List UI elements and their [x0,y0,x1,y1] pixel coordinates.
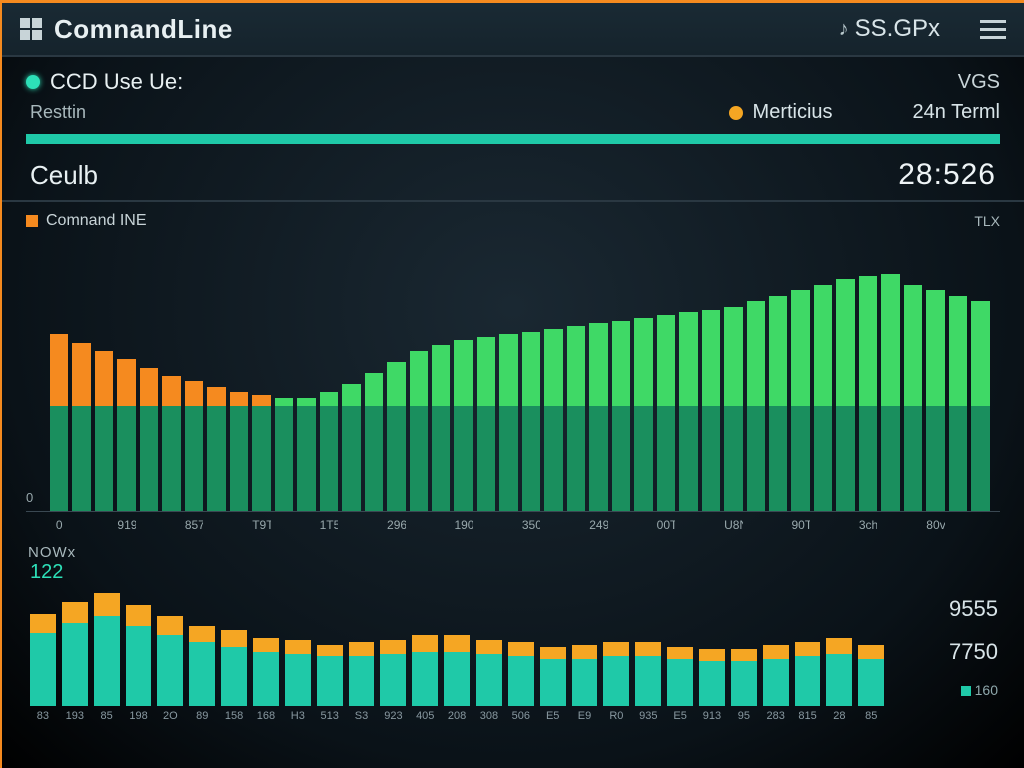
chart2-bar [62,602,88,706]
chart2-bar [349,642,375,706]
chart2-bar [285,640,311,706]
chart1-bar [499,334,517,511]
term-label: 24n Terml [913,101,1000,124]
chart2-bars: 9555 7750 160 [2,588,1024,706]
chart1-bar [95,351,113,511]
chart1-legend-label: Comnand INE [46,212,147,230]
chart1-bar [544,329,562,511]
chart1-bar [477,337,495,511]
chart2-bar [795,642,821,706]
chart2-bar [253,638,279,706]
ccd-label: CCD Use Ue: [50,69,183,95]
chart2-bar [94,593,120,706]
header-right-label: SS.GPx [855,15,940,43]
chart2-xaxis: 83193851982O89158168H3513S39234052083085… [2,706,1024,722]
chart1-bar [702,310,720,511]
chart1-xaxis: 0919857T9T1T5829619035024900TU8N90TT3ch8… [26,512,1000,536]
chart1-bar [769,296,787,511]
chart1-bar [724,307,742,511]
chart1-bar [612,321,630,511]
chart1-bar [589,323,607,511]
chart2-bar [667,647,693,706]
chart2-bar [126,605,152,706]
chart1-bar [791,290,809,511]
chart1-bar [522,332,540,511]
chart1-bar [365,373,383,511]
vgs-label: VGS [958,71,1000,94]
value-label: Ceulb [30,160,98,191]
chart2-bar [380,640,406,706]
chart2-bar [30,614,56,706]
chart2-bar [189,626,215,706]
chart1-bars: 0 [26,236,1000,512]
chart1-bar [679,312,697,511]
chart1-bar [904,285,922,511]
chart1-bar [971,301,989,511]
chart2-scale-a: 9555 [949,596,998,622]
chart2-scale-b: 7750 [949,639,998,665]
chart1-bar [275,398,293,511]
restin-label: Resttin [30,102,86,123]
menu-icon[interactable] [980,20,1006,39]
status-dot-metricius [729,106,743,120]
chart1-bar [814,285,832,511]
legend-swatch-teal [961,686,971,696]
chart2-bar [572,645,598,706]
chart1-bar [634,318,652,511]
chart1-bar [926,290,944,511]
chart1-bar [185,381,203,511]
chart1-bar [252,395,270,511]
app-grid-icon [20,18,42,40]
chart1-bar [230,392,248,511]
chart1-bar [567,326,585,511]
chart1-bar [881,274,899,511]
chart1-bar [320,392,338,511]
legend-swatch-orange [26,215,38,227]
value-number: 28:526 [898,158,996,192]
chart1-bar [410,351,428,511]
chart2-bar [157,616,183,706]
chart1-bar [72,343,90,511]
chart1-bar [836,279,854,511]
chart1-bar [117,359,135,511]
chart1-bar [454,340,472,511]
chart2-bar [476,640,502,706]
chart2-bar [763,645,789,706]
chart2-bar [858,645,884,706]
chart2-bar [731,649,757,706]
chart2-bar [317,645,343,706]
chart1-bar [747,301,765,511]
chart2-bar [699,649,725,706]
chart2-now-label: NOWx [28,544,76,561]
chart1-bar [432,345,450,511]
chart1-bar [162,376,180,511]
status-dot-ccd [26,75,40,89]
chart2-bar [412,635,438,706]
chart2-bar [635,642,661,706]
chart2-scale-c: 160 [975,682,998,698]
chart1-bar [207,387,225,511]
chart1-bar [949,296,967,511]
app-title: ComnandLine [54,14,233,45]
chart1-bar [297,398,315,511]
chart2-bar [826,638,852,706]
chart2-bar [221,630,247,706]
chart1-bar [140,368,158,512]
chart1-bar [859,276,877,511]
chart2-bar [540,647,566,706]
chart1-tlx-label: TLX [974,213,1000,229]
metricius-label: Merticius [753,101,833,124]
chart2-left-value: 122 [30,561,998,584]
chart1-bar [387,362,405,511]
chart2-bar [603,642,629,706]
chart1-bar [342,384,360,511]
chart1-y-zero: 0 [26,490,33,505]
progress-bar [26,134,1000,144]
chart1-bar [657,315,675,511]
chart2-bar [444,635,470,706]
chart2-right-scale: 9555 7750 160 [949,588,998,706]
chart1-bar [50,334,68,511]
phone-icon: ♪ [839,18,849,41]
chart2-bar [508,642,534,706]
